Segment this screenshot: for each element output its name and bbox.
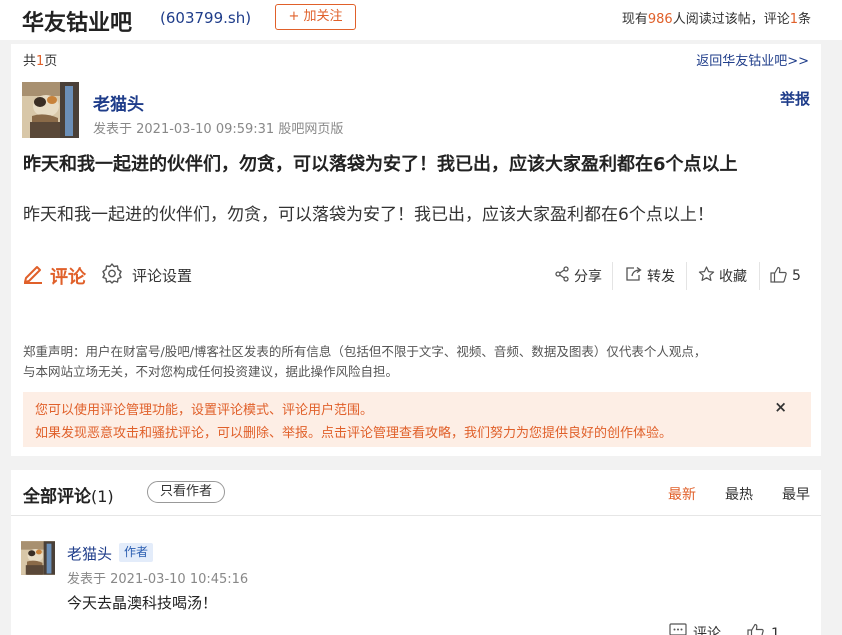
star-icon <box>698 266 719 286</box>
divider <box>759 262 760 290</box>
disclaimer-line-2: 与本网站立场无关，不对您构成任何投资建议，据此操作风险自担。 <box>23 364 399 379</box>
sort-tab-hottest[interactable]: 最热 <box>725 484 753 504</box>
reader-count: 986 <box>647 12 673 27</box>
stock-code-link[interactable]: (603799.sh) <box>160 9 251 27</box>
only-author-button[interactable]: 只看作者 <box>147 481 226 503</box>
comment-avatar[interactable] <box>21 541 55 575</box>
comments-card: 全部评论(1) 只看作者 最新 最热 最早 老猫头 作者 发表于 2021-03… <box>11 470 821 635</box>
divider <box>612 262 613 290</box>
back-to-bar-link[interactable]: 返回华友钴业吧>> <box>696 50 809 69</box>
thumbs-up-icon <box>770 266 792 287</box>
thumbs-up-icon <box>747 623 771 635</box>
page-suffix: 页 <box>44 54 58 69</box>
like-button[interactable]: 5 <box>770 264 801 288</box>
settings-label: 评论设置 <box>132 266 193 285</box>
forward-button[interactable]: 转发 <box>625 264 675 288</box>
top-header: 华友钴业吧 (603799.sh) + 加关注 现有986人阅读过该帖，评论1条 <box>0 0 842 40</box>
gear-icon <box>101 262 132 288</box>
comment-meta: 发表于 2021-03-10 10:45:16 <box>67 572 249 587</box>
stats-suffix: 条 <box>797 12 811 27</box>
comment-reply-label: 评论 <box>693 626 721 635</box>
bar-name[interactable]: 华友钴业吧 <box>22 5 132 37</box>
follow-button[interactable]: + 加关注 <box>275 4 356 30</box>
share-icon <box>554 266 574 286</box>
author-avatar[interactable] <box>22 82 79 138</box>
sort-tab-newest[interactable]: 最新 <box>668 484 696 504</box>
stats-prefix: 现有 <box>621 12 648 27</box>
page-prefix: 共 <box>23 54 37 69</box>
notice-line-1: 您可以使用评论管理功能，设置评论模式、评论用户范围。 <box>35 403 374 418</box>
post-title: 昨天和我一起进的伙伴们，勿贪，可以落袋为安了！我已出，应该大家盈利都在6个点以上 <box>23 154 738 175</box>
author-badge: 作者 <box>119 543 154 562</box>
comment-reply-button[interactable]: 评论 <box>669 623 721 635</box>
comment-label: 评论 <box>50 266 86 288</box>
comment-author-name[interactable]: 老猫头 <box>67 543 112 564</box>
notice-line-2[interactable]: 如果发现恶意攻击和骚扰评论，可以删除、举报。点击评论管理查看攻略，我们努力为您提… <box>35 422 672 441</box>
close-icon[interactable]: × <box>774 398 787 416</box>
page-count: 共1页 <box>23 50 57 69</box>
author-name[interactable]: 老猫头 <box>93 90 144 115</box>
share-button[interactable]: 分享 <box>554 264 602 288</box>
comment-like-count: 1 <box>771 625 780 635</box>
divider <box>11 515 821 516</box>
comment-bubble-icon <box>669 623 693 635</box>
report-link[interactable]: 举报 <box>780 88 810 109</box>
comments-title: 全部评论 <box>23 487 91 507</box>
comments-count: (1) <box>91 487 114 506</box>
pencil-icon <box>22 262 50 289</box>
post-card: 共1页 返回华友钴业吧>> 老猫头 发表于 2021-03-10 09:59:3… <box>11 44 821 456</box>
comment-management-notice: 您可以使用评论管理功能，设置评论模式、评论用户范围。 如果发现恶意攻击和骚扰评论… <box>23 392 811 447</box>
like-count: 5 <box>792 268 801 284</box>
favorite-label: 收藏 <box>719 269 747 285</box>
comment-like-button[interactable]: 1 <box>747 623 780 635</box>
forward-icon <box>625 266 647 286</box>
reader-stats: 现有986人阅读过该帖，评论1条 <box>622 8 811 27</box>
comment-text: 今天去晶澳科技喝汤！ <box>67 594 218 612</box>
post-meta: 发表于 2021-03-10 09:59:31 股吧网页版 <box>93 122 344 137</box>
sort-tab-oldest[interactable]: 最早 <box>782 484 810 504</box>
comment-settings-button[interactable]: 评论设置 <box>101 262 192 288</box>
comments-heading: 全部评论(1) <box>23 482 114 507</box>
comment-count: 1 <box>789 12 798 27</box>
stats-middle: 人阅读过该帖，评论 <box>672 12 790 27</box>
forward-label: 转发 <box>647 269 675 285</box>
divider <box>686 262 687 290</box>
favorite-button[interactable]: 收藏 <box>698 264 747 288</box>
disclaimer-line-1: 郑重声明：用户在财富号/股吧/博客社区发表的所有信息（包括但不限于文字、视频、音… <box>23 344 707 359</box>
post-body: 昨天和我一起进的伙伴们，勿贪，可以落袋为安了！我已出，应该大家盈利都在6个点以上… <box>23 205 714 225</box>
disclaimer: 郑重声明：用户在财富号/股吧/博客社区发表的所有信息（包括但不限于文字、视频、音… <box>23 342 813 382</box>
share-label: 分享 <box>574 269 602 285</box>
comment-button[interactable]: 评论 <box>22 262 86 289</box>
post-action-row: 评论 评论设置 分享 转发 收藏 5 <box>11 258 821 294</box>
